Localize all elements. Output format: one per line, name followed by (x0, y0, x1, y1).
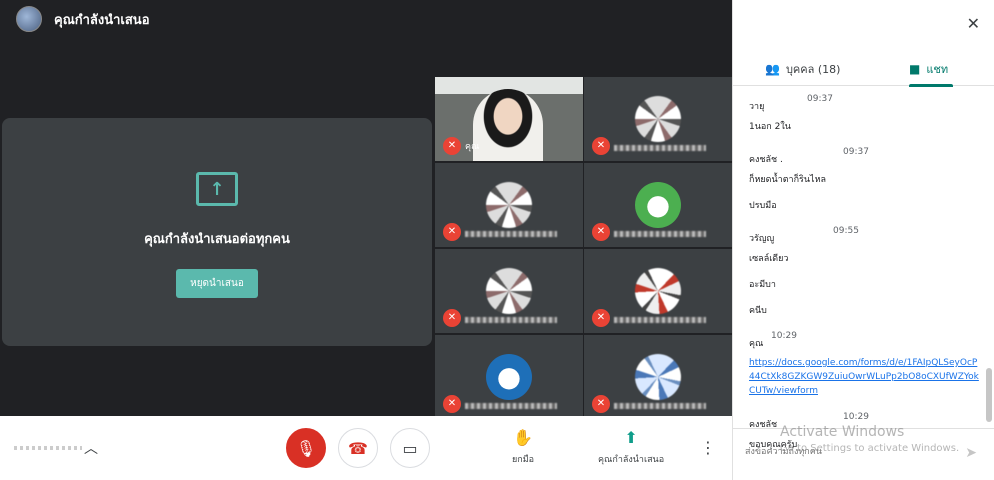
blurred-meeting-details (14, 446, 82, 450)
raise-hand-label: ยกมือ (512, 455, 535, 465)
presenting-title: คุณกำลังนำเสนอ (54, 12, 150, 28)
presentation-card: ↑ คุณกำลังนำเสนอต่อทุกคน หยุดนำเสนอ (2, 118, 432, 346)
mic-off-icon: ✕ (592, 395, 610, 413)
message-sender: คุณ (749, 339, 764, 349)
chevron-up-icon[interactable]: ︿ (84, 438, 98, 458)
message-text: ปรบมือ (749, 201, 777, 211)
hang-up-icon: ☎ (348, 438, 368, 458)
blurred-participant-name (465, 231, 557, 237)
mic-off-icon: ✕ (443, 137, 461, 155)
active-tab-indicator (909, 84, 953, 87)
tab-chat[interactable]: ■ แชท (909, 52, 948, 86)
tab-chat-label: แชท (926, 63, 949, 76)
message-sender: คงชลัช . (749, 155, 783, 165)
chat-scrollbar[interactable] (986, 368, 992, 422)
chat-compose: ➤ (733, 428, 994, 480)
person-icon: ● (496, 360, 522, 393)
blurred-participant-name (465, 403, 557, 409)
message-sender: วายุ (749, 102, 765, 112)
stop-presenting-button[interactable]: หยุดนำเสนอ (176, 269, 258, 298)
present-now-button[interactable]: ⬆ คุณกำลังนำเสนอ (598, 428, 664, 466)
present-screen-icon: ⬆ (624, 428, 638, 447)
blurred-participant-avatar (486, 268, 532, 314)
message-text: อะมีบา (749, 280, 776, 290)
default-person-avatar: ● (486, 354, 532, 400)
blurred-participant-name (614, 317, 706, 323)
participant-tile[interactable]: ● ✕ (584, 163, 732, 247)
blurred-participant-name (614, 145, 706, 151)
participant-grid: ✕ คุณ ✕ ✕ ● ✕ ✕ ✕ ● ✕ ✕ (435, 77, 732, 419)
participant-tile[interactable]: ✕ (584, 335, 732, 419)
chat-message: คุณ 10:29 https://docs.google.com/forms/… (749, 331, 979, 398)
chat-message: วายุ 09:37 1นอก 2ใน (749, 94, 979, 133)
panel-tabs: 👥 บุคคล (18) ■ แชท (733, 52, 994, 87)
camera-icon: ▭ (402, 438, 418, 458)
participant-tile[interactable]: ● ✕ (435, 335, 583, 419)
mic-off-icon: ✕ (443, 223, 461, 241)
close-icon[interactable]: ✕ (967, 14, 980, 33)
chat-input[interactable] (745, 447, 945, 457)
side-panel: ✕ 👥 บุคคล (18) ■ แชท วายุ 09:37 1นอก 2ใน… (732, 0, 994, 480)
blurred-participant-avatar (635, 354, 681, 400)
mic-off-icon: ✕ (592, 137, 610, 155)
message-text: 1นอก 2ใน (749, 122, 791, 132)
blurred-participant-avatar (635, 96, 681, 142)
raise-hand-button[interactable]: ✋ ยกมือ (512, 428, 534, 466)
tab-people-label: บุคคล (18) (785, 63, 841, 76)
message-text: คนีบ (749, 306, 767, 316)
chat-messages: วายุ 09:37 1นอก 2ใน คงชลัช . 09:37 ก็หยด… (749, 94, 979, 457)
video-stage: คุณกำลังนำเสนอ ↑ คุณกำลังนำเสนอต่อทุกคน … (0, 0, 732, 419)
blurred-participant-name (614, 403, 706, 409)
self-video (473, 89, 543, 161)
mic-toggle-button[interactable]: 🎙 (286, 428, 326, 468)
message-link[interactable]: https://docs.google.com/forms/d/e/1FAIpQ… (749, 356, 979, 398)
blurred-participant-name (465, 317, 557, 323)
blurred-participant-avatar (635, 268, 681, 314)
tab-people[interactable]: 👥 บุคคล (18) (765, 52, 840, 86)
present-message: คุณกำลังนำเสนอต่อทุกคน (144, 232, 290, 247)
people-icon: 👥 (765, 62, 780, 76)
message-text: ก็หยดน้ำตาก็รินไหล (749, 175, 827, 185)
chat-icon: ■ (909, 62, 921, 76)
send-icon[interactable]: ➤ (965, 445, 977, 461)
message-time: 09:37 (807, 94, 833, 104)
blurred-participant-avatar (486, 182, 532, 228)
person-icon: ● (645, 188, 671, 221)
chat-message: วรัญญู 09:55 เซลล์เดียว อะมีบา คนีบ (749, 226, 979, 317)
mic-off-icon: ✕ (592, 223, 610, 241)
message-time: 10:29 (843, 412, 869, 422)
more-options-icon[interactable]: ⋮ (700, 438, 716, 457)
message-time: 09:37 (843, 147, 869, 157)
present-screen-icon: ↑ (196, 172, 238, 206)
top-bar: คุณกำลังนำเสนอ (0, 0, 732, 38)
user-avatar[interactable] (16, 6, 42, 32)
participant-tile[interactable]: ✕ (435, 249, 583, 333)
message-text: เซลล์เดียว (749, 254, 789, 264)
message-sender: วรัญญู (749, 234, 775, 244)
mic-off-icon: ✕ (592, 309, 610, 327)
message-time: 10:29 (771, 331, 797, 341)
participant-tile[interactable]: ✕ (584, 249, 732, 333)
participant-tile[interactable]: ✕ (584, 77, 732, 161)
chat-message: คงชลัช . 09:37 ก็หยดน้ำตาก็รินไหล ปรบมือ (749, 147, 979, 212)
camera-toggle-button[interactable]: ▭ (390, 428, 430, 468)
participant-tile[interactable]: ✕ (435, 163, 583, 247)
hand-icon: ✋ (513, 428, 533, 447)
mic-off-icon: 🎙 (295, 438, 317, 458)
mic-off-icon: ✕ (443, 309, 461, 327)
mic-off-icon: ✕ (443, 395, 461, 413)
bottom-toolbar: ︿ 🎙 ☎ ▭ ✋ ยกมือ ⬆ คุณกำลังนำเสนอ ⋮ (0, 416, 732, 480)
blurred-participant-name (614, 231, 706, 237)
participant-tile-self[interactable]: ✕ คุณ (435, 77, 583, 161)
default-person-avatar: ● (635, 182, 681, 228)
participant-name: คุณ (465, 142, 480, 152)
leave-call-button[interactable]: ☎ (338, 428, 378, 468)
message-time: 09:55 (833, 226, 859, 236)
present-label: คุณกำลังนำเสนอ (598, 455, 665, 465)
meet-window: คุณกำลังนำเสนอ ↑ คุณกำลังนำเสนอต่อทุกคน … (0, 0, 994, 480)
